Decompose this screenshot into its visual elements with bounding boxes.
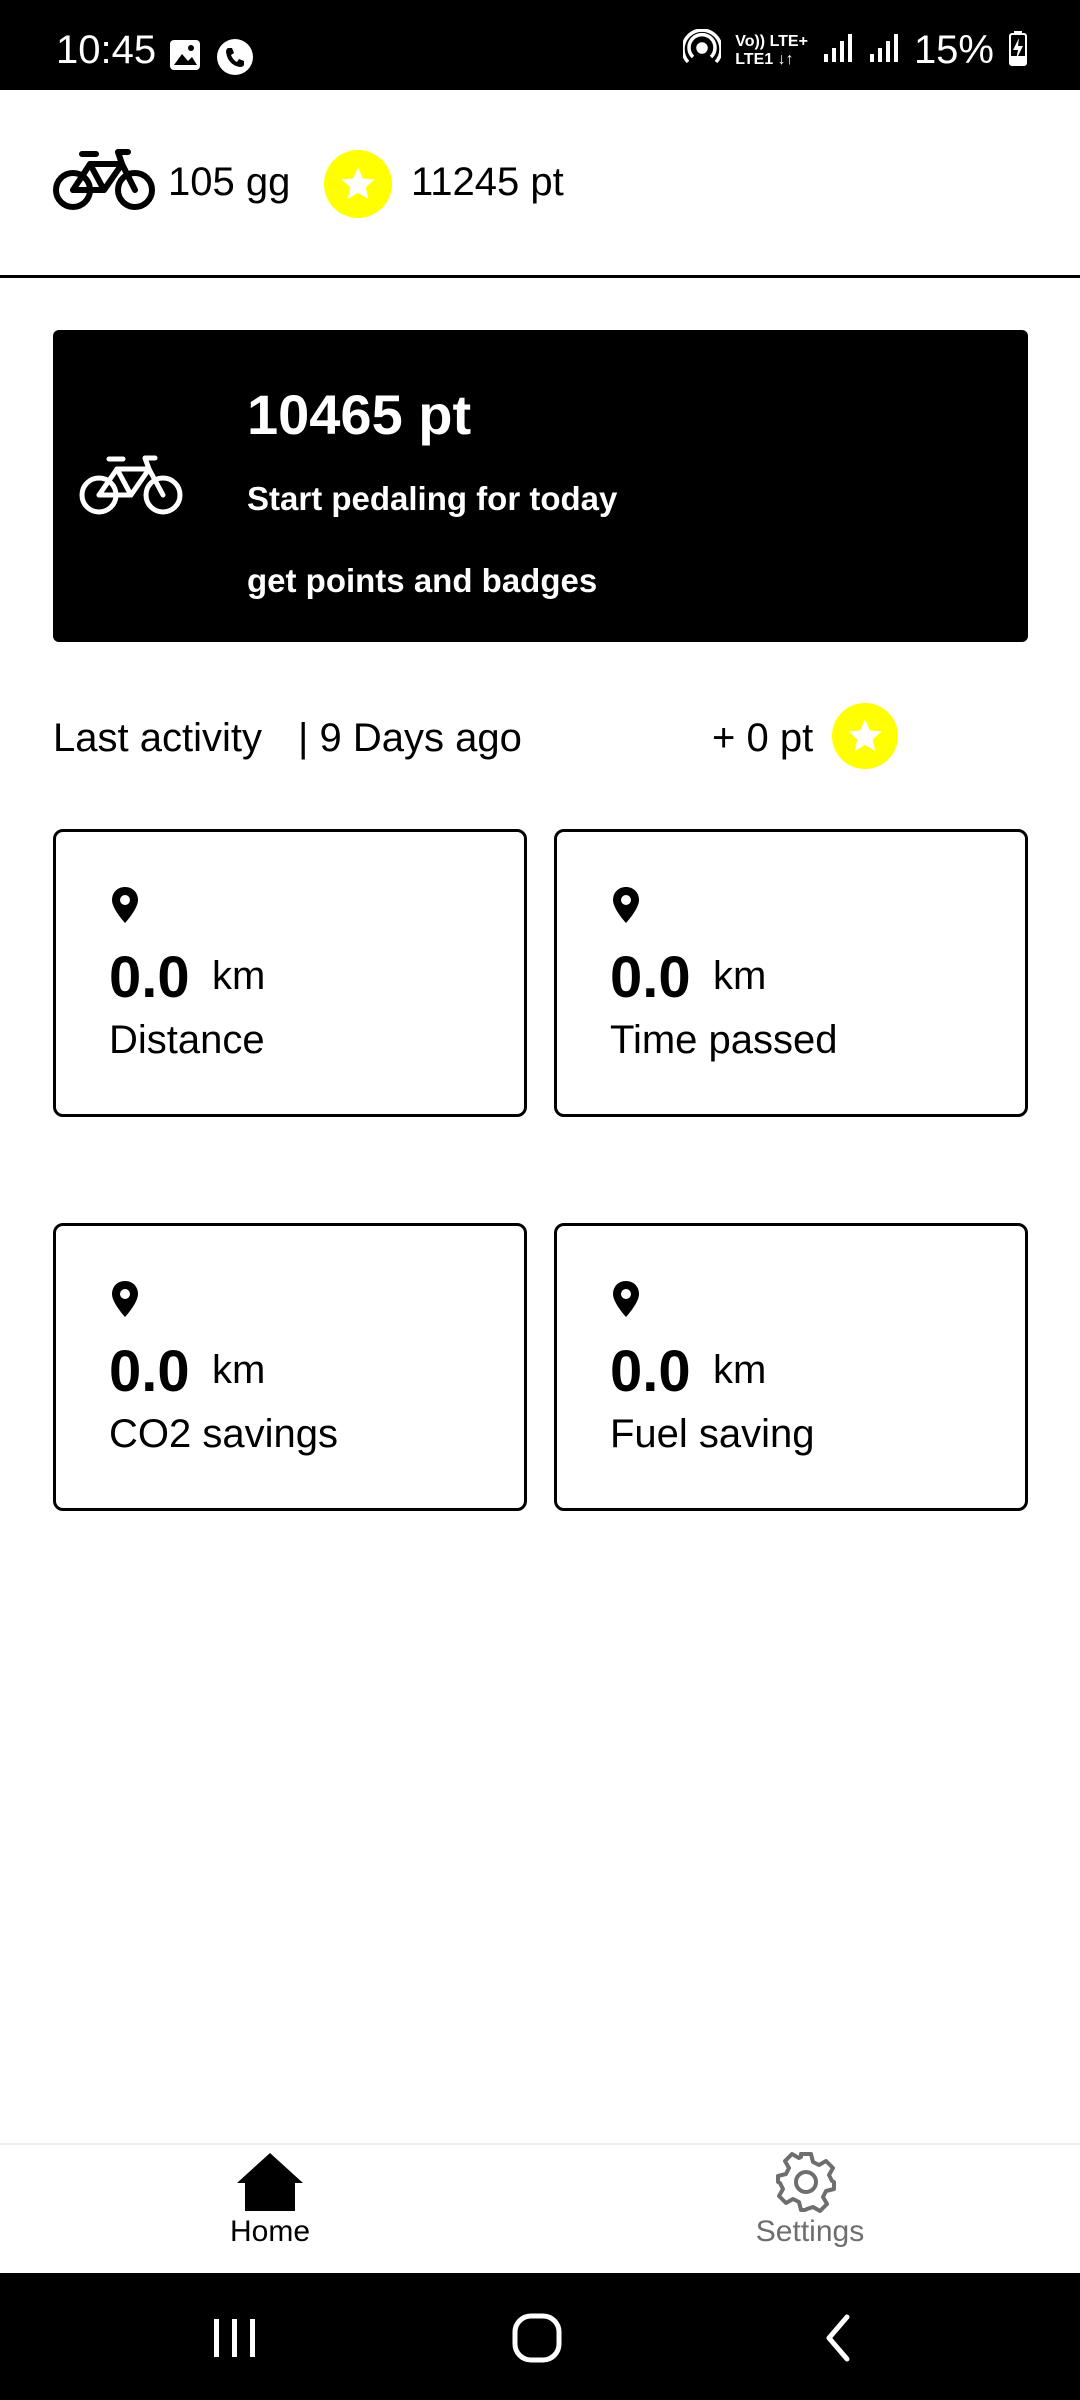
stat-value: 0.0 [109, 1339, 190, 1404]
bicycle-icon [52, 148, 156, 219]
stat-unit: km [713, 954, 767, 998]
stat-card-fuel-saving: 0.0 km Fuel saving [554, 1223, 1028, 1511]
nav-label-home: Home [229, 2215, 311, 2248]
hotspot-icon [681, 28, 723, 72]
home-circle-icon[interactable] [502, 2303, 572, 2373]
network-type-label: Vo)) LTE+ LTE1 ↓↑ [735, 33, 808, 69]
last-activity-row: Last activity | 9 Days ago + 0 pt [0, 700, 1080, 776]
status-bar: 10:45 Vo)) LTE+ LTE1 ↓↑ 15% [0, 0, 1080, 90]
bicycle-icon [79, 455, 183, 522]
recents-icon[interactable] [200, 2303, 270, 2373]
network-bottom-text: LTE1 ↓↑ [735, 50, 794, 68]
status-notification-icons [168, 38, 254, 81]
location-pin-icon [612, 886, 640, 929]
phone-call-icon [216, 38, 254, 81]
battery-charging-icon [1008, 30, 1028, 71]
stat-label: Time passed [610, 1018, 838, 1062]
stat-value: 0.0 [109, 945, 190, 1010]
stat-card-distance: 0.0 km Distance [53, 829, 527, 1117]
hero-message-line2: get points and badges [247, 562, 598, 599]
last-activity-label: Last activity [53, 716, 262, 760]
stat-label: Fuel saving [610, 1412, 815, 1456]
stat-value: 0.0 [610, 1339, 691, 1404]
stat-value: 0.0 [610, 945, 691, 1010]
stat-label: CO2 savings [109, 1412, 338, 1456]
stat-unit: km [713, 1348, 767, 1392]
nav-item-settings[interactable]: Settings [660, 2145, 960, 2275]
ride-days-count: 105 gg [168, 160, 291, 204]
status-right-group: Vo)) LTE+ LTE1 ↓↑ 15% [681, 28, 1028, 73]
stat-unit: km [212, 1348, 266, 1392]
bottom-navigation: Home Settings [0, 2143, 1080, 2273]
back-icon[interactable] [804, 2303, 874, 2373]
nav-label-settings: Settings [755, 2215, 865, 2248]
stat-label: Distance [109, 1018, 265, 1062]
star-icon [832, 703, 898, 769]
stat-card-time-passed: 0.0 km Time passed [554, 829, 1028, 1117]
location-pin-icon [111, 1280, 139, 1323]
location-pin-icon [612, 1280, 640, 1323]
hero-message-line1: Start pedaling for today [247, 480, 618, 517]
star-icon [324, 150, 392, 218]
stat-card-co2-savings: 0.0 km CO2 savings [53, 1223, 527, 1511]
image-notification-icon [168, 38, 202, 81]
status-time: 10:45 [56, 28, 157, 72]
battery-percent: 15% [913, 28, 994, 72]
signal-icon [822, 32, 854, 69]
total-points: 11245 pt [411, 160, 564, 204]
today-points-card[interactable]: 10465 pt Start pedaling for today get po… [53, 330, 1028, 642]
system-navigation-bar [0, 2273, 1080, 2400]
signal-icon-2 [868, 32, 900, 69]
home-icon [235, 2151, 305, 2218]
last-activity-ago: | 9 Days ago [298, 716, 522, 760]
network-top-text: Vo)) LTE+ [735, 32, 808, 50]
app-header: 105 gg 11245 pt [0, 90, 1080, 278]
nav-item-home[interactable]: Home [120, 2145, 420, 2275]
location-pin-icon [111, 886, 139, 929]
stat-unit: km [212, 954, 266, 998]
last-activity-points: + 0 pt [712, 716, 814, 760]
today-points: 10465 pt [247, 383, 472, 446]
gear-icon [775, 2151, 837, 2218]
